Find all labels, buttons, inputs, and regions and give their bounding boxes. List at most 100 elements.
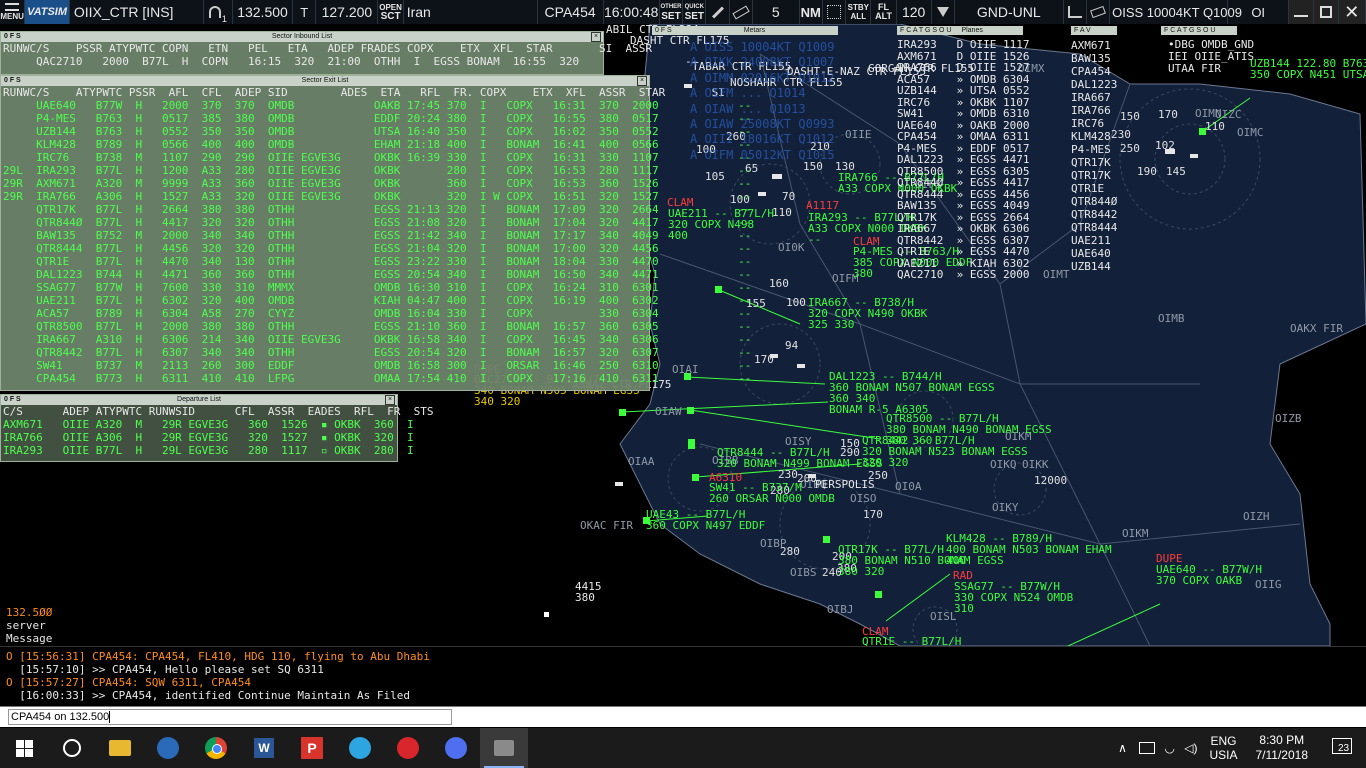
- fav-list-item[interactable]: QTR17K: [1071, 156, 1117, 169]
- exit-list-flags[interactable]: 0 F S: [4, 76, 21, 86]
- exit-list-title-bar[interactable]: 0 F S Sector Exit List ×: [1, 76, 649, 86]
- wifi-icon[interactable]: ◟◞: [1165, 741, 1174, 755]
- exit-list-row[interactable]: QTR844Ø B77L H 4417 320 320 OTHH EGSS 21…: [1, 216, 751, 229]
- exit-list-row[interactable]: UAE640 B77W H 2000 370 370 OMDB OAKB 17:…: [1, 99, 751, 112]
- aircraft-tag[interactable]: DAL1223 -- B744/H 360 BONAM N507 BONAM EG…: [829, 371, 995, 415]
- exit-list-row[interactable]: IRC76 B738 M 1107 290 290 OIIE EGVE3G OK…: [1, 151, 751, 164]
- atis-list-item[interactable]: UTAA FIR: [1168, 63, 1254, 75]
- exit-list-row[interactable]: QTR8444 B77L H 4456 320 320 OTHH EGSS 21…: [1, 242, 751, 255]
- fav-list-item[interactable]: IRC76: [1071, 117, 1117, 130]
- atis-flags[interactable]: F C A T G S O U: [1164, 27, 1215, 34]
- planes-list-item[interactable]: QAC2710 » EGSS 2000: [897, 269, 1029, 281]
- fav-list-item[interactable]: IRA667: [1071, 91, 1117, 104]
- fav-list-item[interactable]: BAW135: [1071, 52, 1117, 65]
- exit-list-row[interactable]: IRA667 A310 H 6306 214 340 OIIE EGVE3G O…: [1, 333, 751, 346]
- aircraft-tag[interactable]: UZB144 122.80 B763/H350 COPX N451 UTSA: [1250, 58, 1366, 80]
- metars-flags[interactable]: 0 F S: [655, 27, 672, 34]
- aircraft-tag[interactable]: SW41 -- B737/M 260 ORSAR N000 OMDB: [709, 482, 835, 504]
- exit-list-row[interactable]: 29L IRA293 B77L H 1200 A33 280 OIIE EGVE…: [1, 164, 751, 177]
- fav-list-item[interactable]: AXM671: [1071, 39, 1117, 52]
- wind-button[interactable]: [1087, 0, 1111, 24]
- atis-list[interactable]: •DBG OMDB_GND IEI OIIE_ATIS UTAA FIR: [1168, 39, 1254, 75]
- departure-list-title-bar[interactable]: 0 F S Departure List ×: [1, 395, 397, 405]
- fav-flags[interactable]: F A V: [1074, 27, 1091, 34]
- departure-list-row[interactable]: IRA293 OIIE B77L H 29L EGVE3G 280 1117 ▫…: [1, 444, 414, 457]
- metars-title-bar[interactable]: 0 F S Metars: [652, 26, 838, 35]
- telegram-button[interactable]: [336, 728, 384, 768]
- inbound-row[interactable]: QAC2710 2000 B77L H COPN 16:15 320 21:00…: [1, 55, 698, 68]
- planes-flags[interactable]: F C A T G S O U: [900, 27, 951, 34]
- planes-list-item[interactable]: QTR844Ø » EGSS 4417: [897, 177, 1029, 189]
- app-button-red[interactable]: [384, 728, 432, 768]
- fav-list-item[interactable]: UAE640: [1071, 247, 1117, 260]
- aircraft-tag[interactable]: UAE640 -- B77W/H 370 COPX OAKB: [1156, 564, 1262, 586]
- media-app-button[interactable]: [432, 728, 480, 768]
- planes-list-item[interactable]: DAL1223 » EGSS 4471: [897, 154, 1029, 166]
- fav-list-item[interactable]: P4-MES: [1071, 143, 1117, 156]
- exit-list-row[interactable]: UZB144 B763 H 0552 350 350 OMDB UTSA 16:…: [1, 125, 751, 138]
- selected-callsign[interactable]: CPA454: [538, 0, 604, 24]
- fav-list-item[interactable]: CPA454: [1071, 65, 1117, 78]
- planes-list-item[interactable]: CPA454 » OMAA 6311: [897, 131, 1029, 143]
- fl-alt-button[interactable]: FL ALT: [871, 0, 897, 24]
- aircraft-tag[interactable]: KLM428 -- B789/H 400 BONAM N503 BONAM EHA…: [946, 533, 1112, 566]
- exit-list-row[interactable]: SW41 B737 M 2113 260 300 EDDF OMDB 16:58…: [1, 359, 751, 372]
- planes-list-item[interactable]: IRA766 D OIIE 1527: [897, 62, 1029, 74]
- notification-button[interactable]: 23: [1332, 738, 1354, 758]
- planes-list-item[interactable]: UZB144 » UTSA 0552: [897, 85, 1029, 97]
- fav-list[interactable]: AXM671 BAW135 CPA454 DAL1223 IRA667 IRA766 IRC…: [1071, 39, 1117, 273]
- command-input[interactable]: CPA454 on 132.500: [8, 709, 452, 725]
- exit-list-row[interactable]: CPA454 B773 H 6311 410 410 LFPG OMAA 17:…: [1, 372, 751, 385]
- pdf-app-button[interactable]: P: [288, 728, 336, 768]
- quick-set-button[interactable]: QUICK SET: [683, 0, 707, 24]
- command-line[interactable]: CPA454 on 132.500: [0, 706, 1366, 727]
- fav-list-item[interactable]: QTR1E: [1071, 182, 1117, 195]
- planes-list-item[interactable]: BAW135 » EGSS 4049: [897, 200, 1029, 212]
- departure-list[interactable]: 0 F S Departure List × C/S ADEP ATYPWTC …: [0, 394, 433, 462]
- fav-list-item[interactable]: UAE211: [1071, 234, 1117, 247]
- chevron-up-icon[interactable]: ∧: [1118, 741, 1127, 755]
- maximize-button[interactable]: [1313, 0, 1339, 24]
- file-explorer-button[interactable]: [96, 728, 144, 768]
- fav-list-item[interactable]: QTR8444: [1071, 221, 1117, 234]
- planes-list-item[interactable]: IRA293 D OIIE 1117: [897, 39, 1029, 51]
- draw-button[interactable]: [706, 0, 730, 24]
- filter-button[interactable]: [932, 0, 955, 24]
- grid-button[interactable]: [823, 0, 847, 24]
- fav-list-item[interactable]: IRA766: [1071, 104, 1117, 117]
- inbound-list-close-icon[interactable]: ×: [591, 32, 601, 42]
- departure-list-close-icon[interactable]: ×: [385, 395, 395, 405]
- language-indicator[interactable]: ENG USIA: [1209, 734, 1237, 762]
- fav-title-bar[interactable]: F A V: [1071, 26, 1117, 35]
- menu-button[interactable]: MENU: [0, 0, 26, 24]
- planes-list-item[interactable]: IRA667 » OKBK 6306: [897, 223, 1029, 235]
- teamspeak-button[interactable]: [144, 728, 192, 768]
- altitude-filter[interactable]: GND-UNL: [955, 0, 1064, 24]
- volume-icon[interactable]: ◁): [1184, 741, 1197, 755]
- secondary-frequency[interactable]: 127.200: [316, 0, 379, 24]
- aircraft-tag[interactable]: QTR8444 -- B77L/H 320 BONAM N499 BONAM EG…: [717, 447, 883, 469]
- departure-list-flags[interactable]: 0 F S: [4, 395, 21, 405]
- exit-list-row[interactable]: ACA57 B789 H 6304 A58 270 CYYZ OMDB 16:0…: [1, 307, 751, 320]
- aircraft-tag[interactable]: IRA667 -- B738/H 320 COPX N490 OKBK 325 33…: [808, 297, 927, 330]
- word-button[interactable]: W: [240, 728, 288, 768]
- planes-list-item[interactable]: QTR1E » EGSS 4470: [897, 246, 1029, 258]
- planes-list-item[interactable]: SW41 » OMDB 6310: [897, 108, 1029, 120]
- exit-list-row[interactable]: QTR8442 B77L H 6307 340 340 OTHH EGSS 20…: [1, 346, 751, 359]
- minimize-button[interactable]: [1288, 0, 1314, 24]
- exit-list-row[interactable]: SSAG77 B77W H 7600 330 310 MMMX OMDB 16:…: [1, 281, 751, 294]
- aircraft-tag[interactable]: SSAG77 -- B77W/H 330 COPX N524 OMDB 310: [954, 581, 1073, 614]
- planes-title-bar[interactable]: F C A T G S O U Planes: [897, 26, 1023, 35]
- chrome-button[interactable]: [192, 728, 240, 768]
- exit-list-row[interactable]: QTR8500 B77L H 2000 380 380 OTHH EGSS 21…: [1, 320, 751, 333]
- sector-inbound-list[interactable]: 0 F S Sector Inbound List × RUNWC/S PSSR…: [0, 31, 698, 75]
- unidentified-target[interactable]: 4415 380: [561, 581, 602, 603]
- fav-list-item[interactable]: QTR17K: [1071, 169, 1117, 182]
- clock-area[interactable]: 8:30 PM 7/11/2018: [1256, 733, 1309, 763]
- range-button[interactable]: 5: [753, 0, 800, 24]
- exit-list-row[interactable]: QTR17K B77L H 2664 380 380 OTHH EGSS 21:…: [1, 203, 751, 216]
- ruler-button[interactable]: [730, 0, 754, 24]
- exit-list-row[interactable]: UAE211 B77L H 6302 320 400 OMDB KIAH 04:…: [1, 294, 751, 307]
- exit-list-row[interactable]: KLM428 B789 H 0566 400 400 OMDB EHAM 21:…: [1, 138, 751, 151]
- fav-list-item[interactable]: DAL1223: [1071, 78, 1117, 91]
